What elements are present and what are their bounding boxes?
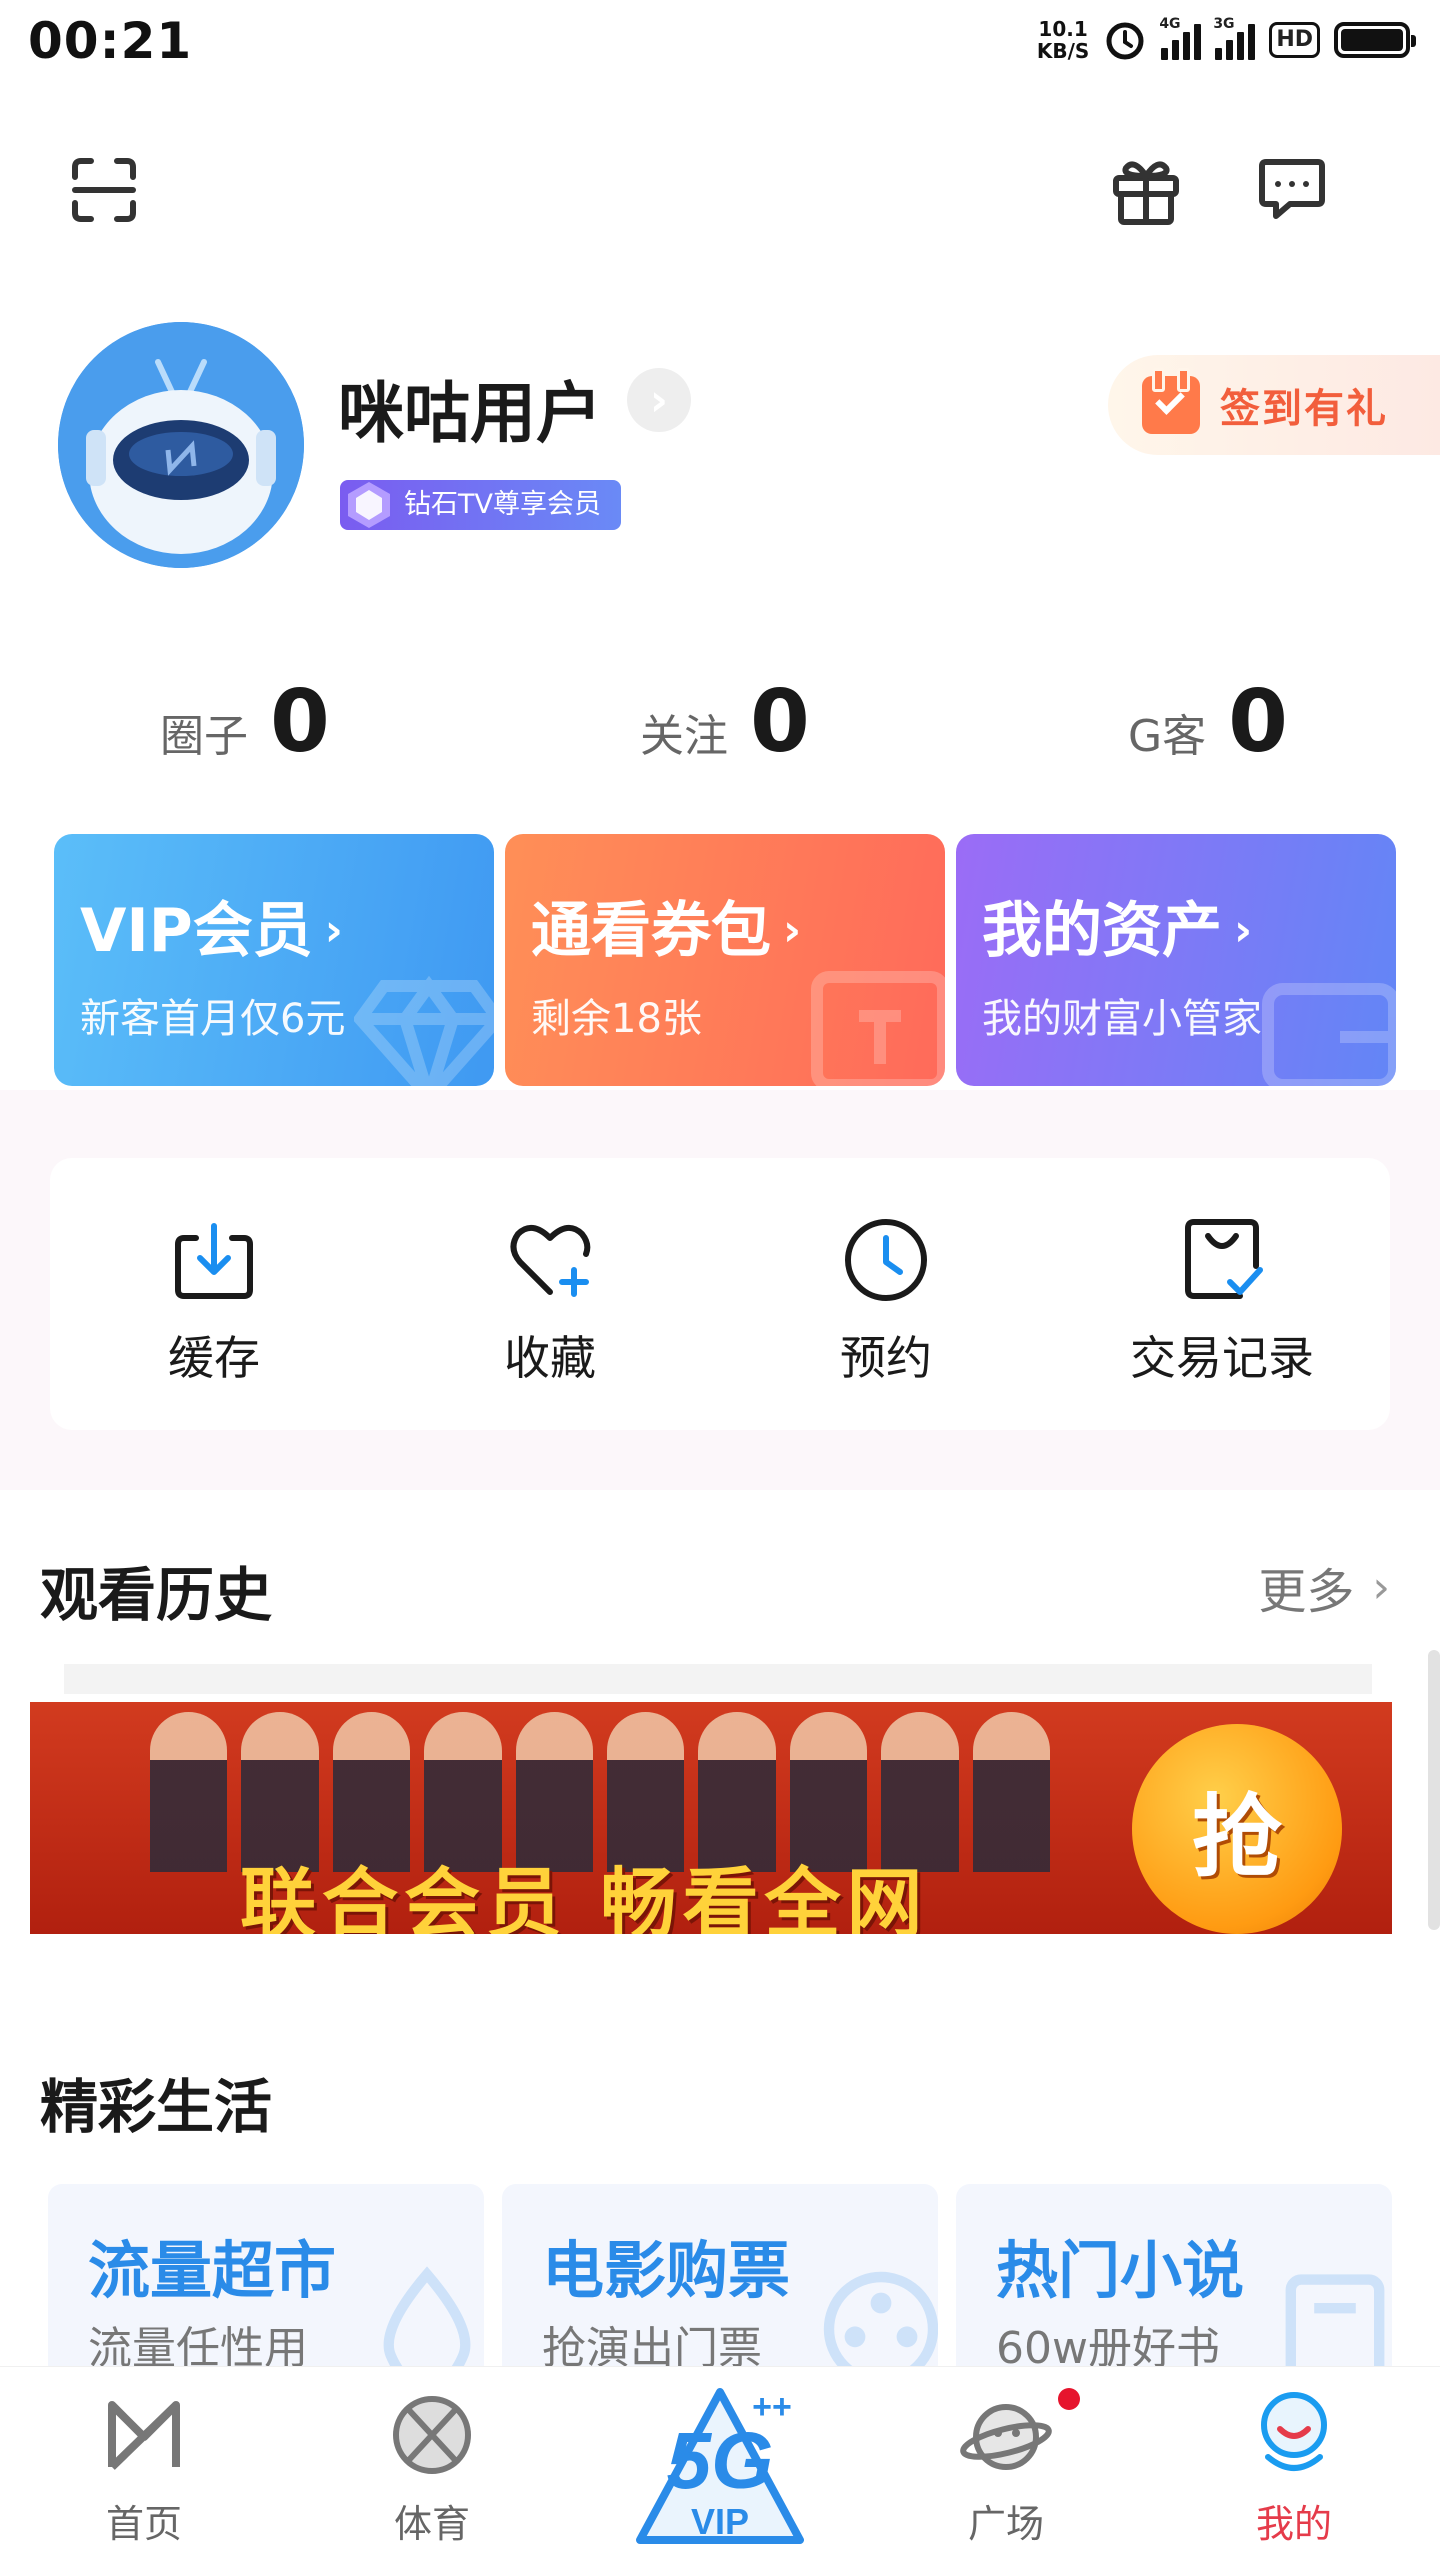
quick-actions-panel: 缓存 收藏 预约 交易记录: [50, 1158, 1390, 1430]
card-title: VIP会员 ›: [80, 896, 343, 966]
message-icon[interactable]: [1254, 152, 1330, 228]
status-bar: 00:21 10.1 KB/S 4G 3G HD: [0, 0, 1440, 80]
person-icon: [1261, 2392, 1327, 2471]
diamond-icon: [354, 975, 494, 1086]
username[interactable]: 咪咕用户: [338, 360, 602, 456]
clock-icon: [845, 1219, 927, 1301]
vip-5g-icon: 5G ++ VIP: [636, 2388, 804, 2544]
tab-vip[interactable]: 5G ++ VIP: [620, 2370, 820, 2560]
svg-text:++: ++: [752, 2388, 792, 2426]
quick-action-reservation[interactable]: 预约: [756, 1158, 1016, 1430]
wallet-icon: [1262, 983, 1396, 1086]
banner-slogan: 联合会员 畅看全网: [240, 1859, 929, 1934]
banner-grab-button[interactable]: 抢: [1132, 1724, 1342, 1934]
card-title: 通看券包 ›: [531, 896, 802, 966]
signin-button[interactable]: 签到有礼: [1108, 355, 1440, 455]
life-title: 精彩生活: [40, 2073, 273, 2141]
scan-icon[interactable]: [66, 152, 142, 228]
banner-celebrities: [150, 1712, 1051, 1872]
membership-badge[interactable]: 钻石TV尊享会员: [340, 480, 621, 530]
svg-text:VIP: VIP: [691, 2501, 749, 2542]
hd-voice-icon: HD: [1269, 22, 1320, 58]
battery-icon: [1334, 22, 1416, 58]
stats-row: 圈子 0 关注 0 G客 0: [0, 672, 1440, 772]
top-bar: [0, 140, 1440, 240]
svg-text:5G: 5G: [667, 2416, 774, 2505]
status-time: 00:21: [28, 12, 193, 70]
signal-4g-icon: 4G: [1159, 16, 1202, 60]
migu-logo-icon: [108, 2401, 180, 2470]
card-subtitle: 新客首月仅6元: [80, 996, 346, 1042]
my-assets-card[interactable]: 我的资产 › 我的财富小管家: [956, 834, 1396, 1086]
stat-circles[interactable]: 圈子 0: [160, 672, 330, 772]
quick-action-transactions[interactable]: 交易记录: [1092, 1158, 1352, 1430]
tab-home[interactable]: 首页: [44, 2367, 244, 2560]
history-list: [64, 1664, 1372, 1694]
vip-membership-card[interactable]: VIP会员 › 新客首月仅6元: [54, 834, 494, 1086]
tab-sports[interactable]: 体育: [332, 2367, 532, 2560]
download-icon: [175, 1223, 253, 1299]
life-card-novels[interactable]: 热门小说 60w册好书: [956, 2184, 1392, 2384]
quick-action-favorites[interactable]: 收藏: [420, 1158, 680, 1430]
promo-banner[interactable]: 联合会员 畅看全网 抢: [30, 1702, 1392, 1934]
profile-arrow-icon[interactable]: ›: [627, 368, 691, 432]
ticket-icon: [811, 971, 945, 1086]
bag-check-icon: [1185, 1219, 1263, 1299]
life-card-movie-tickets[interactable]: 电影购票 抢演出门票: [502, 2184, 938, 2384]
card-subtitle: 我的财富小管家: [982, 996, 1262, 1042]
card-subtitle: 剩余18张: [531, 996, 702, 1042]
scrollbar: [1428, 1650, 1440, 1930]
calendar-check-icon: [1142, 368, 1200, 434]
quick-action-cache[interactable]: 缓存: [84, 1158, 344, 1430]
stat-following[interactable]: 关注 0: [640, 672, 810, 772]
status-icons: 10.1 KB/S 4G 3G HD: [1036, 14, 1416, 66]
tab-mine[interactable]: 我的: [1194, 2367, 1394, 2560]
signin-label: 签到有礼: [1220, 386, 1388, 432]
gift-icon[interactable]: [1108, 152, 1184, 228]
planet-icon: [960, 2404, 1052, 2470]
notification-dot: [1058, 2388, 1080, 2410]
diamond-icon: [348, 482, 390, 528]
signal-3g-icon: 3G: [1213, 16, 1256, 60]
alarm-icon: [1106, 22, 1144, 60]
card-title: 我的资产 ›: [982, 896, 1253, 966]
coupon-pack-card[interactable]: 通看券包 › 剩余18张: [505, 834, 945, 1086]
ball-icon: [393, 2396, 471, 2474]
avatar[interactable]: [58, 322, 304, 568]
stat-g-guests[interactable]: G客 0: [1128, 672, 1288, 772]
history-more-link[interactable]: 更多 ›: [1258, 1552, 1390, 1622]
chevron-right-icon: ›: [1372, 1561, 1390, 1613]
life-card-data-market[interactable]: 流量超市 流量任性用: [48, 2184, 484, 2384]
net-speed: 10.1 KB/S: [1036, 17, 1090, 63]
history-title: 观看历史: [40, 1561, 273, 1629]
heart-plus-icon: [510, 1225, 591, 1297]
